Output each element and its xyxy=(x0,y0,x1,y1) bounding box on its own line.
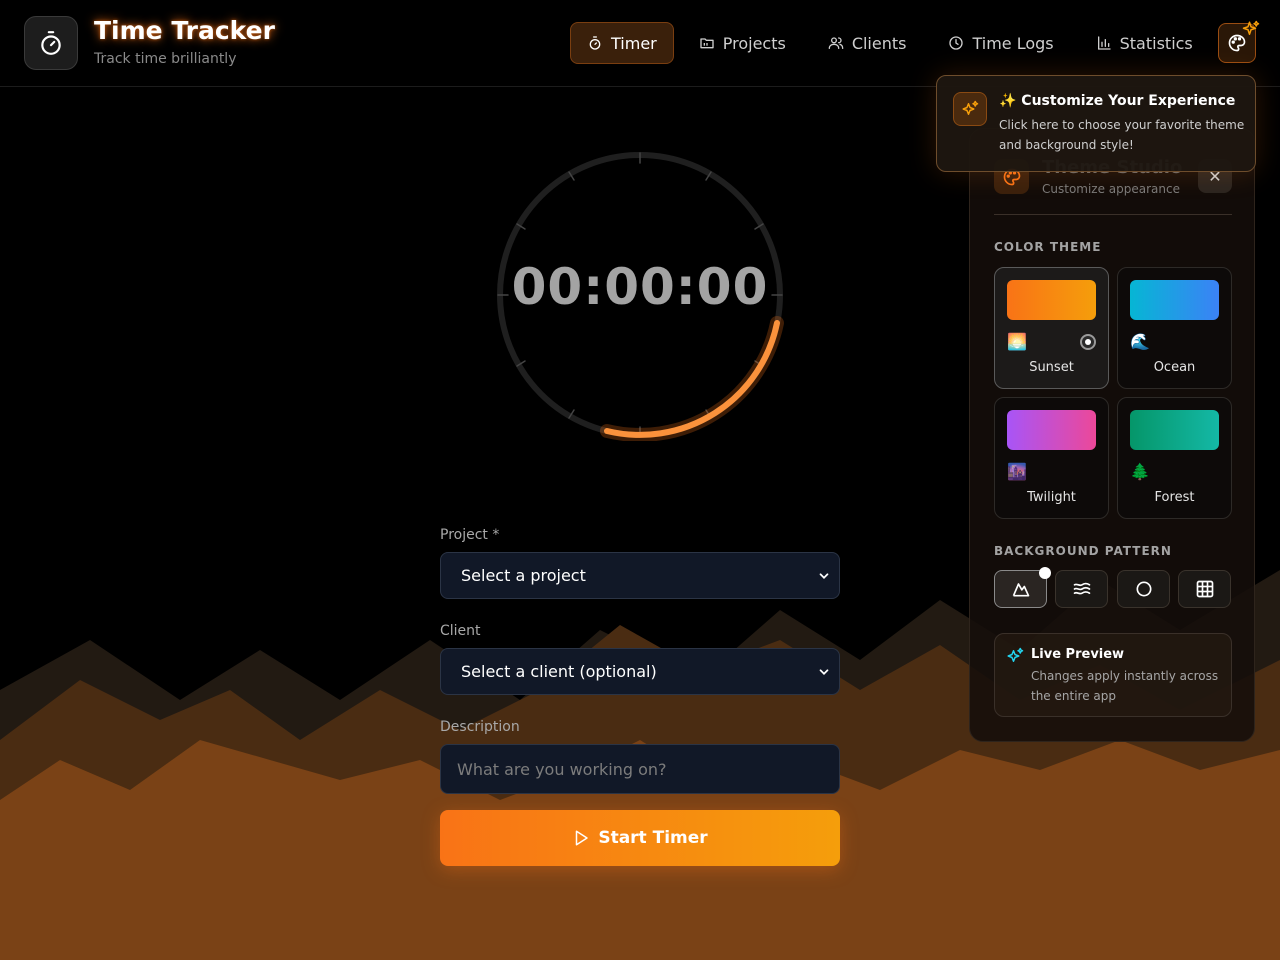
live-preview-text: Changes apply instantly across the entir… xyxy=(1031,669,1219,703)
tooltip-sparkles-badge xyxy=(953,92,987,126)
theme-name-forest: Forest xyxy=(1154,490,1195,505)
studio-divider xyxy=(994,214,1232,215)
bar-chart-icon xyxy=(1097,36,1111,50)
play-icon xyxy=(576,830,589,846)
customize-tooltip[interactable]: ✨ Customize Your Experience Click here t… xyxy=(936,75,1256,172)
mountain-icon xyxy=(1012,583,1029,597)
main-nav: Timer Projects Clients Time Logs Statist… xyxy=(570,22,1210,64)
theme-card-sunset[interactable]: 🌅 Sunset xyxy=(994,267,1109,389)
sparkles-icon xyxy=(1007,647,1024,662)
circle-icon xyxy=(1136,581,1151,597)
app-subtitle: Track time brilliantly xyxy=(94,51,237,67)
nav-statistics-label: Statistics xyxy=(1119,33,1193,53)
sparkle-badge-icon xyxy=(1242,20,1260,35)
sunset-emoji-icon: 🌅 xyxy=(1007,332,1027,351)
sunset-swatch xyxy=(1007,280,1096,320)
color-theme-title: COLOR THEME xyxy=(994,240,1102,254)
studio-subtitle: Customize appearance xyxy=(1042,182,1180,196)
client-label: Client xyxy=(440,623,481,639)
selected-radio-icon xyxy=(1080,334,1096,350)
nav-time-logs-label: Time Logs xyxy=(972,33,1054,53)
theme-card-twilight[interactable]: 🌆 Twilight xyxy=(994,397,1109,519)
pattern-selected-dot xyxy=(1039,567,1051,579)
pattern-waves-button[interactable] xyxy=(1055,570,1108,608)
description-placeholder: What are you working on? xyxy=(457,759,667,779)
description-label: Description xyxy=(440,719,520,735)
theme-name-twilight: Twilight xyxy=(1027,490,1076,505)
app-logo[interactable] xyxy=(24,16,78,70)
app-title: Time Tracker xyxy=(94,16,275,45)
ocean-swatch xyxy=(1130,280,1219,320)
twilight-swatch xyxy=(1007,410,1096,450)
project-select[interactable]: Select a project xyxy=(440,552,840,599)
chevron-down-icon xyxy=(819,668,829,675)
theme-name-sunset: Sunset xyxy=(1029,360,1074,375)
nav-clients[interactable]: Clients xyxy=(811,22,924,64)
live-preview-title: Live Preview xyxy=(1031,647,1125,662)
project-label: Project * xyxy=(440,527,500,543)
sparkles-icon xyxy=(962,100,979,115)
background-pattern-title: BACKGROUND PATTERN xyxy=(994,544,1172,558)
forest-swatch xyxy=(1130,410,1219,450)
nav-time-logs[interactable]: Time Logs xyxy=(931,22,1070,64)
theme-name-ocean: Ocean xyxy=(1153,360,1196,375)
nav-timer[interactable]: Timer xyxy=(570,22,674,64)
nav-statistics[interactable]: Statistics xyxy=(1079,22,1210,64)
forest-emoji-icon: 🌲 xyxy=(1130,462,1150,481)
timer-display: 00:00:00 xyxy=(511,258,769,316)
theme-card-forest[interactable]: 🌲 Forest xyxy=(1117,397,1232,519)
start-timer-button[interactable]: Start Timer xyxy=(440,810,840,866)
nav-timer-label: Timer xyxy=(611,33,657,53)
tooltip-title: ✨ Customize Your Experience xyxy=(999,93,1236,109)
grid-icon xyxy=(1196,580,1213,598)
folder-icon xyxy=(700,38,714,49)
users-icon xyxy=(828,37,844,49)
start-timer-label: Start Timer xyxy=(598,828,708,848)
pattern-circles-button[interactable] xyxy=(1117,570,1170,608)
client-select[interactable]: Select a client (optional) xyxy=(440,648,840,695)
tooltip-text: Click here to choose your favorite theme… xyxy=(999,118,1245,152)
nav-projects-label: Projects xyxy=(722,33,786,53)
nav-projects[interactable]: Projects xyxy=(682,22,803,64)
clock-icon xyxy=(949,36,964,50)
client-select-value: Select a client (optional) xyxy=(461,662,657,681)
project-select-value: Select a project xyxy=(461,566,586,585)
stopwatch-icon xyxy=(41,31,61,55)
ocean-emoji-icon: 🌊 xyxy=(1130,332,1150,351)
timer-icon xyxy=(589,36,601,50)
app-header: Time Tracker Track time brilliantly Time… xyxy=(0,0,1280,87)
pattern-grid-button[interactable] xyxy=(1178,570,1231,608)
live-preview-box: Live Preview Changes apply instantly acr… xyxy=(994,633,1232,717)
chevron-down-icon xyxy=(819,572,829,579)
nav-clients-label: Clients xyxy=(851,33,907,53)
theme-card-ocean[interactable]: 🌊 Ocean xyxy=(1117,267,1232,389)
twilight-emoji-icon: 🌆 xyxy=(1007,462,1027,481)
timer-form: Project * Select a project Client Select… xyxy=(440,527,840,866)
waves-icon xyxy=(1073,582,1090,595)
theme-studio-panel: Theme Studio Customize appearance ✕ COLO… xyxy=(969,128,1255,742)
description-input[interactable]: What are you working on? xyxy=(440,744,840,794)
